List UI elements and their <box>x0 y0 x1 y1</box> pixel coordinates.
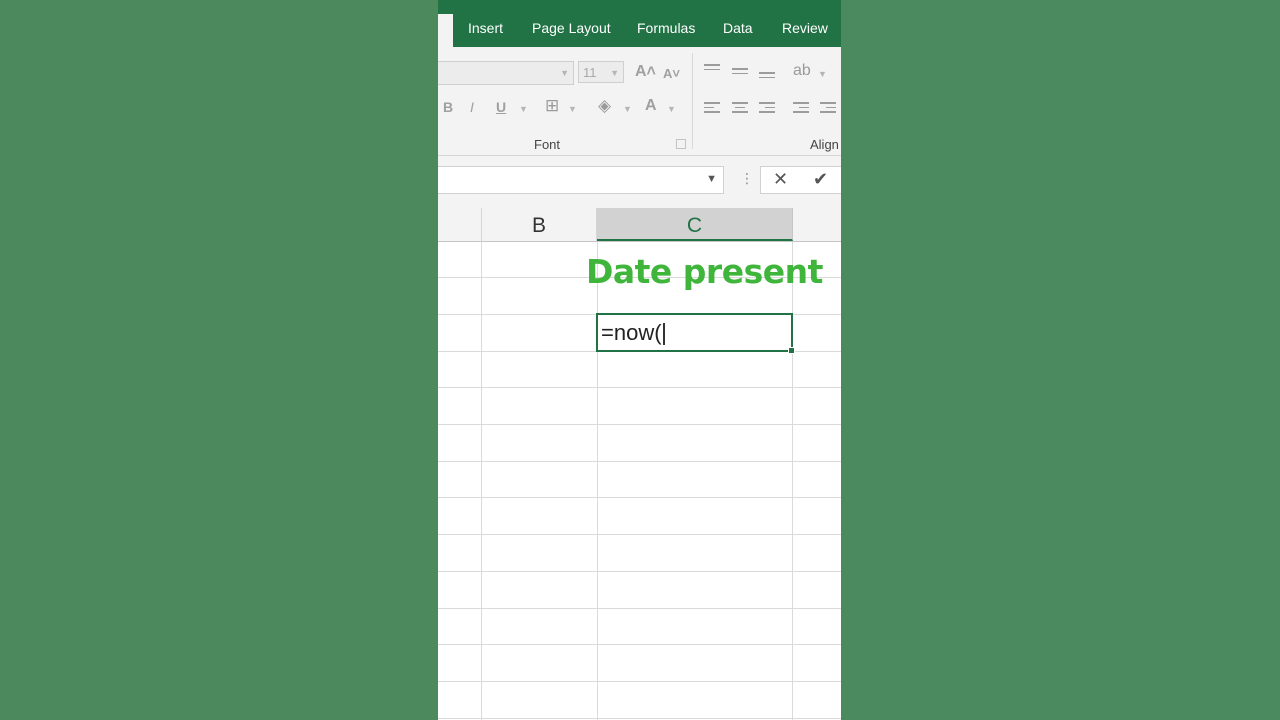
group-separator <box>692 53 693 149</box>
increase-indent-icon[interactable] <box>820 102 836 116</box>
align-middle-icon[interactable] <box>732 68 748 77</box>
fill-handle[interactable] <box>788 347 795 354</box>
more-options-icon[interactable]: ⋮ <box>740 170 754 187</box>
grid-line <box>438 424 841 425</box>
align-bottom-icon[interactable] <box>759 72 775 81</box>
chevron-down-icon[interactable]: ▼ <box>623 104 632 114</box>
grid-line <box>438 718 841 719</box>
text-cursor-icon <box>662 323 665 346</box>
orientation-icon[interactable]: ab <box>793 62 811 80</box>
align-left-icon[interactable] <box>704 102 720 116</box>
underline-icon[interactable]: U <box>496 99 506 115</box>
date-present-heading: Date present <box>586 252 823 291</box>
decrease-indent-icon[interactable] <box>793 102 809 116</box>
cell-formula-editor[interactable]: =now( <box>601 320 665 346</box>
italic-icon[interactable]: I <box>470 99 474 115</box>
chevron-down-icon: ▼ <box>560 68 569 78</box>
background-right <box>841 0 1280 720</box>
active-cell-c3[interactable]: =now( <box>596 313 795 354</box>
grid-line <box>438 571 841 572</box>
borders-icon[interactable]: ⊞ <box>545 96 559 116</box>
cancel-icon[interactable]: ✕ <box>773 169 788 190</box>
grid-line <box>438 534 841 535</box>
grow-font-icon[interactable]: A˄ <box>635 63 656 81</box>
alignment-group-label: Align <box>810 137 839 152</box>
chevron-down-icon[interactable]: ▼ <box>706 173 717 185</box>
ribbon-home: ▼ 11 ▼ A˄ A˅ B I U ▼ ⊞ ▼ ◈ ▼ A ▼ Font ab… <box>438 47 841 156</box>
font-dialog-launcher[interactable] <box>676 139 686 149</box>
align-top-icon[interactable] <box>704 64 720 73</box>
grid-line <box>438 608 841 609</box>
grid-line <box>438 644 841 645</box>
chevron-down-icon: ▼ <box>610 68 619 78</box>
font-color-icon[interactable]: A <box>645 97 657 115</box>
tab-insert[interactable]: Insert <box>468 20 503 36</box>
cell-formula-text: =now( <box>601 320 662 345</box>
chevron-down-icon[interactable]: ▼ <box>667 104 676 114</box>
align-right-icon[interactable] <box>759 102 775 116</box>
tab-page-layout[interactable]: Page Layout <box>532 20 611 36</box>
column-header-b[interactable]: B <box>481 208 597 241</box>
font-size-value: 11 <box>583 65 597 80</box>
chevron-down-icon[interactable]: ▼ <box>818 69 827 79</box>
bold-icon[interactable]: B <box>443 99 453 115</box>
font-group-label: Font <box>534 137 561 152</box>
tab-formulas[interactable]: Formulas <box>637 20 695 36</box>
grid-line <box>438 681 841 682</box>
formula-bar: ▼ ⋮ ✕ ✔ <box>438 156 841 208</box>
tab-review[interactable]: Review <box>782 20 828 36</box>
font-size-combobox[interactable]: 11 ▼ <box>578 61 624 83</box>
chevron-down-icon[interactable]: ▼ <box>519 104 528 114</box>
font-name-combobox[interactable]: ▼ <box>438 61 574 85</box>
tab-home[interactable] <box>438 14 453 47</box>
formula-buttons: ✕ ✔ <box>760 166 841 194</box>
excel-window: Insert Page Layout Formulas Data Review … <box>438 0 841 720</box>
align-center-icon[interactable] <box>732 102 748 116</box>
name-box[interactable]: ▼ <box>438 166 724 194</box>
grid-line <box>438 387 841 388</box>
tab-data[interactable]: Data <box>723 20 753 36</box>
background-left <box>0 0 438 720</box>
grid-line <box>438 461 841 462</box>
grid-line <box>438 497 841 498</box>
column-header-c[interactable]: C <box>597 208 793 241</box>
column-headers: B C <box>438 208 841 242</box>
fill-color-icon[interactable]: ◈ <box>598 96 611 116</box>
shrink-font-icon[interactable]: A˅ <box>663 66 680 81</box>
ribbon-tab-bar: Insert Page Layout Formulas Data Review <box>438 0 841 47</box>
chevron-down-icon[interactable]: ▼ <box>568 104 577 114</box>
enter-icon[interactable]: ✔ <box>813 169 828 190</box>
